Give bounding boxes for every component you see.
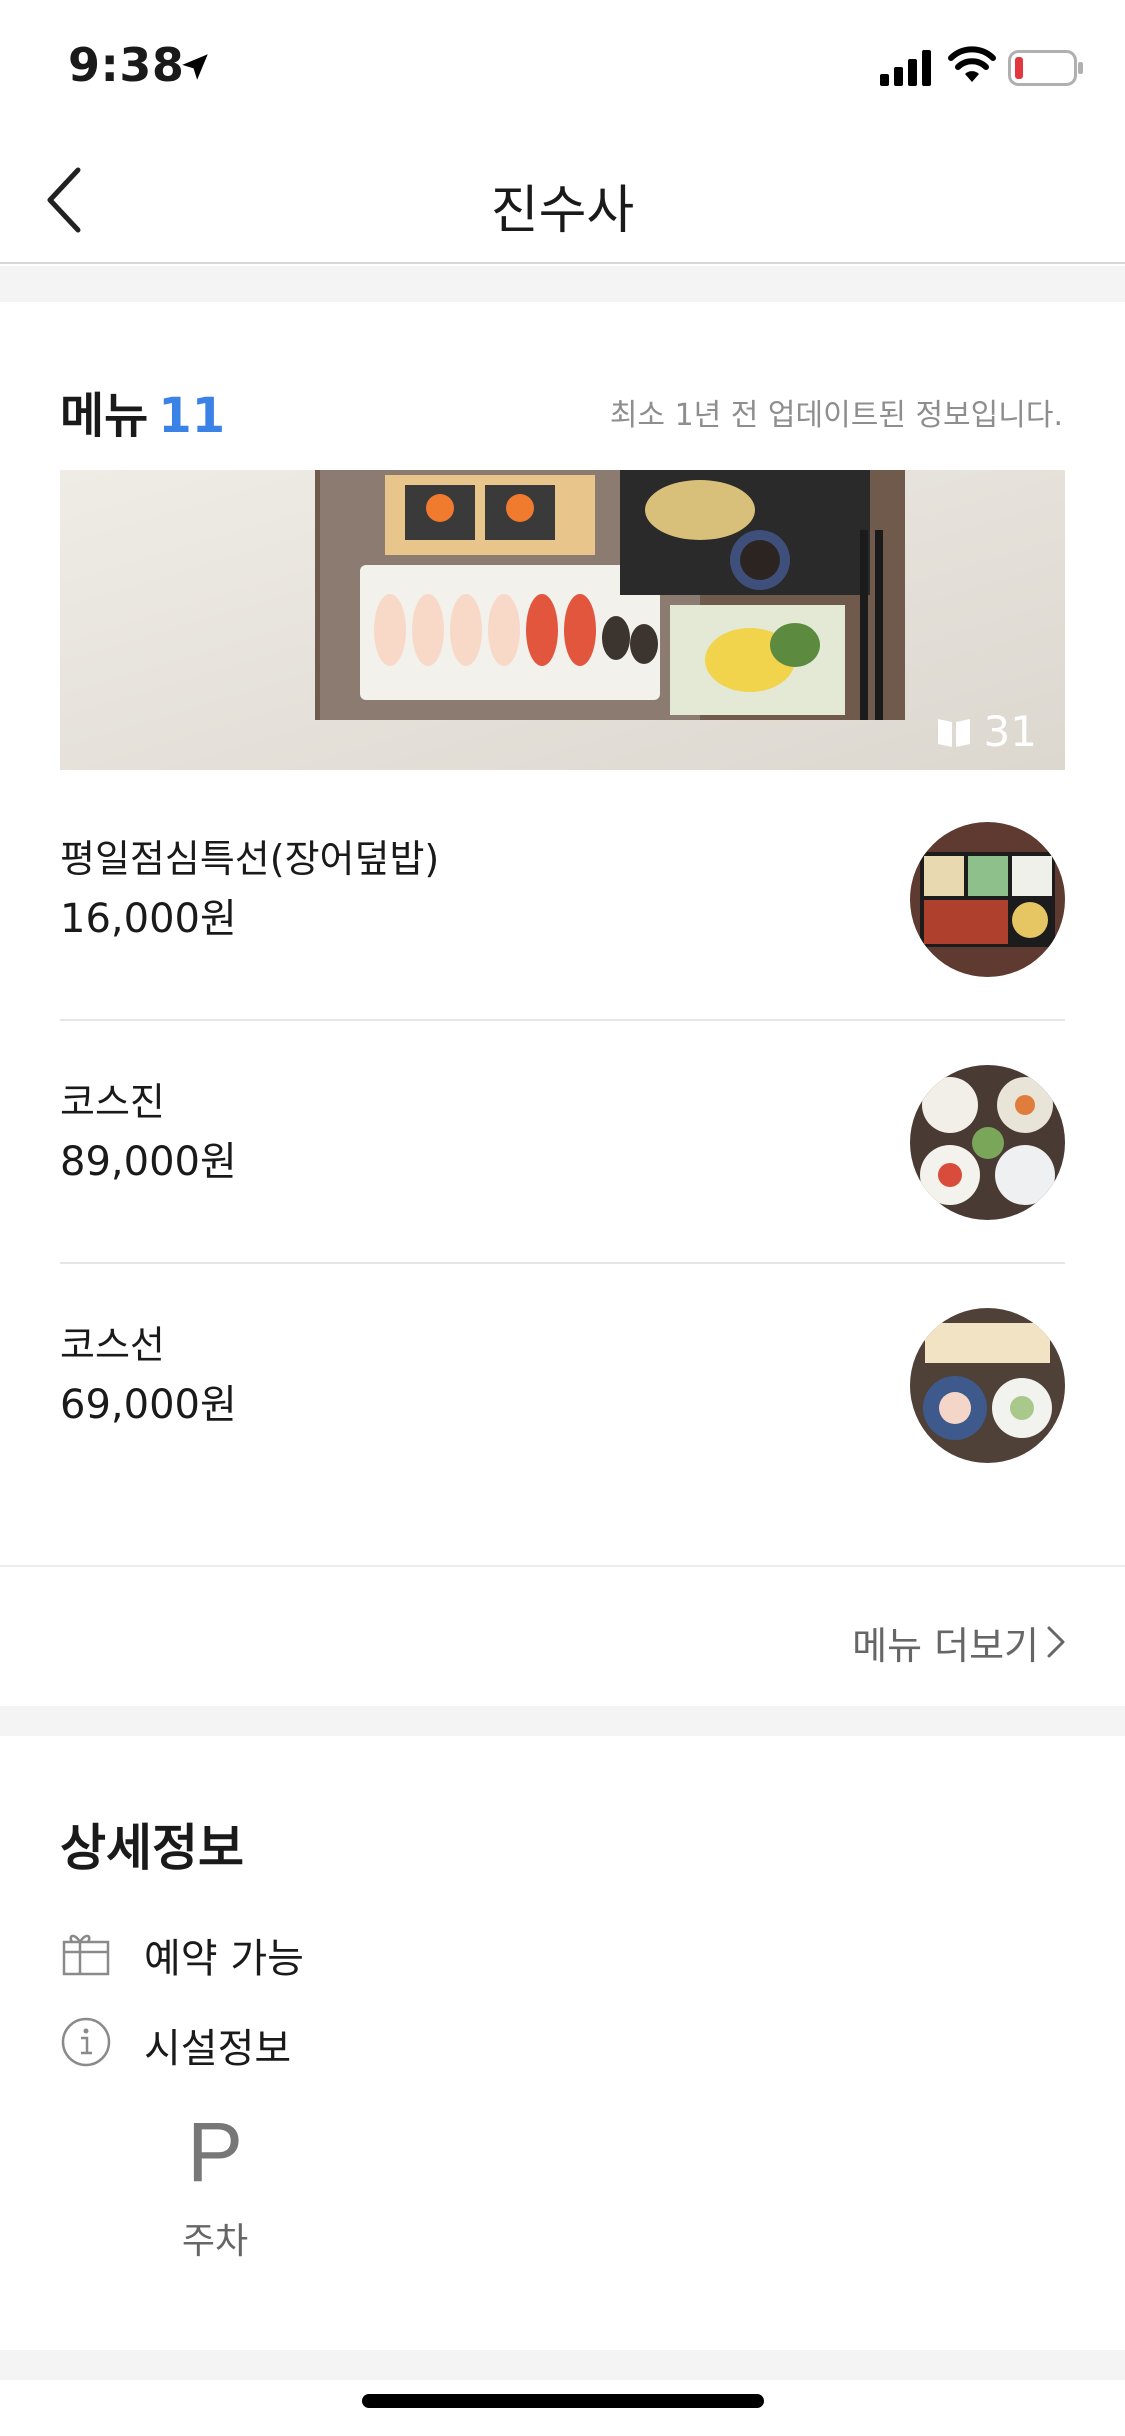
book-icon bbox=[937, 718, 970, 747]
status-bar: 9:38 bbox=[0, 0, 1125, 132]
section-separator bbox=[0, 1706, 1125, 1736]
location-arrow-icon bbox=[182, 54, 208, 80]
menu-item-name: 코스선 bbox=[60, 1323, 165, 1367]
menu-item-price: 16,000원 bbox=[60, 896, 237, 942]
more-menu-button[interactable]: 메뉴 더보기 bbox=[0, 1565, 1125, 1705]
facility-label: 시설정보 bbox=[144, 2026, 292, 2072]
gift-icon bbox=[62, 1934, 110, 1976]
page-title: 진수사 bbox=[490, 181, 635, 241]
status-time: 9:38 bbox=[68, 38, 185, 92]
menu-count: 11 bbox=[158, 388, 226, 444]
wifi-icon bbox=[948, 46, 996, 82]
menu-item-name: 평일점심특선(장어덮밥) bbox=[60, 837, 440, 881]
menu-title: 메뉴 bbox=[60, 388, 149, 444]
menu-item-name: 코스진 bbox=[60, 1080, 165, 1124]
menu-photo-banner[interactable]: 31 bbox=[60, 470, 1065, 770]
parking-facility: P 주차 bbox=[160, 2110, 270, 2264]
menu-item-photo bbox=[910, 822, 1065, 977]
facility-row[interactable]: 시설정보 bbox=[60, 2010, 460, 2072]
battery-icon bbox=[1008, 50, 1083, 86]
menu-item-photo bbox=[910, 1065, 1065, 1220]
menu-board-image bbox=[60, 470, 1065, 770]
more-menu-label: 메뉴 더보기 bbox=[852, 1624, 1039, 1668]
cellular-signal-icon bbox=[880, 50, 931, 86]
reservation-row[interactable]: 예약 가능 bbox=[60, 1920, 460, 1982]
menu-section-title: 메뉴 11 bbox=[60, 376, 225, 446]
photo-count-badge: 31 bbox=[936, 707, 1037, 756]
parking-label: 주차 bbox=[181, 2221, 249, 2262]
parking-icon: P bbox=[186, 2105, 244, 2199]
menu-item[interactable]: 코스진 89,000원 bbox=[60, 1021, 1065, 1264]
menu-item-price: 89,000원 bbox=[60, 1139, 237, 1185]
chevron-right-icon bbox=[1047, 1626, 1065, 1658]
info-icon bbox=[61, 2017, 111, 2067]
menu-update-note: 최소 1년 전 업데이트된 정보입니다. bbox=[609, 398, 1063, 433]
reservation-label: 예약 가능 bbox=[144, 1936, 304, 1982]
navigation-bar: 진수사 bbox=[0, 132, 1125, 264]
menu-item-photo bbox=[910, 1308, 1065, 1463]
home-indicator[interactable] bbox=[362, 2394, 764, 2408]
section-separator bbox=[0, 2350, 1125, 2380]
menu-item-price: 69,000원 bbox=[60, 1382, 237, 1428]
menu-item[interactable]: 코스선 69,000원 bbox=[60, 1264, 1065, 1507]
menu-item[interactable]: 평일점심특선(장어덮밥) 16,000원 bbox=[60, 778, 1065, 1021]
detail-section-title: 상세정보 bbox=[60, 1819, 244, 1877]
section-separator bbox=[0, 266, 1125, 302]
photo-count: 31 bbox=[983, 707, 1037, 756]
